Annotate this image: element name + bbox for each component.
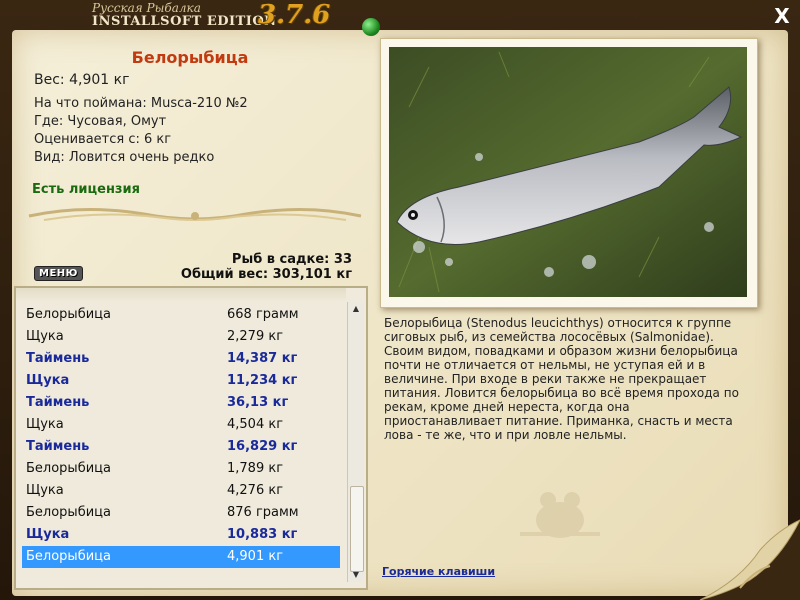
- catch-name: Щука: [26, 417, 64, 432]
- close-icon[interactable]: X: [770, 4, 794, 28]
- catch-name: Белорыбица: [26, 461, 111, 476]
- brand-line2: INSTALLSOFT EDITION: [92, 14, 277, 29]
- list-scrollbar[interactable]: ▲ ▼: [347, 302, 364, 582]
- catch-weight: 876 грамм: [227, 505, 299, 520]
- catch-row[interactable]: Таймень 14,387 кг: [22, 348, 340, 370]
- cage-total-weight: Общий вес: 303,101 кг: [180, 267, 352, 282]
- catch-weight: 11,234 кг: [227, 373, 298, 388]
- hotkeys-link[interactable]: Горячие клавиши: [382, 565, 495, 578]
- list-header-strip: [16, 288, 346, 302]
- catch-weight: 14,387 кг: [227, 351, 298, 366]
- catch-name: Щука: [26, 373, 70, 388]
- catch-weight: 4,901 кг: [227, 549, 284, 564]
- brand-line1: Русская Рыбалка: [92, 1, 201, 15]
- catch-weight: 4,276 кг: [227, 483, 284, 498]
- fish-photo: [389, 47, 747, 297]
- catch-weight: 10,883 кг: [227, 527, 298, 542]
- catch-name: Щука: [26, 483, 64, 498]
- catch-row[interactable]: Таймень 36,13 кг: [22, 392, 340, 414]
- fish-valued: Оценивается с: 6 кг: [34, 132, 172, 147]
- license-status: Есть лицензия: [32, 182, 140, 197]
- fish-bait: На что поймана: Musca-210 №2: [34, 96, 248, 111]
- fish-title: Белорыбица: [131, 48, 249, 67]
- catch-row[interactable]: Таймень 16,829 кг: [22, 436, 340, 458]
- catch-name: Белорыбица: [26, 307, 111, 322]
- fish-weight: Вес: 4,901 кг: [34, 72, 130, 88]
- catch-weight: 668 грамм: [227, 307, 299, 322]
- catch-row[interactable]: Белорыбица 668 грамм: [22, 304, 340, 326]
- catch-row[interactable]: Щука 10,883 кг: [22, 524, 340, 546]
- catch-name: Таймень: [26, 395, 90, 410]
- fish-kind: Вид: Ловится очень редко: [34, 150, 215, 165]
- cage-count: Рыб в садке: 33: [231, 252, 352, 267]
- scroll-thumb[interactable]: [350, 486, 364, 572]
- catch-name: Белорыбица: [26, 505, 111, 520]
- scroll-down-icon[interactable]: ▼: [348, 568, 364, 582]
- catch-name: Таймень: [26, 351, 90, 366]
- scroll-up-icon[interactable]: ▲: [348, 302, 364, 316]
- catch-name: Белорыбица: [26, 549, 111, 564]
- catch-name: Щука: [26, 527, 70, 542]
- catch-name: Щука: [26, 329, 64, 344]
- pin-icon: [362, 18, 380, 36]
- photo-frame: [380, 38, 758, 308]
- catch-weight: 36,13 кг: [227, 395, 289, 410]
- catch-weight: 4,504 кг: [227, 417, 284, 432]
- catch-list-panel: Белорыбица 668 грамм Щука 2,279 кг Таймень 14…: [14, 286, 368, 590]
- catch-list: Белорыбица 668 грамм Щука 2,279 кг Таймень 14…: [22, 304, 340, 568]
- catch-row[interactable]: Белорыбица 4,901 кг: [22, 546, 340, 568]
- catch-name: Таймень: [26, 439, 90, 454]
- catch-weight: 1,789 кг: [227, 461, 284, 476]
- catch-row[interactable]: Белорыбица 1,789 кг: [22, 458, 340, 480]
- cage-stats: Рыб в садке: 33 Общий вес: 303,101 кг: [181, 252, 352, 282]
- bear-watermark-icon: [520, 492, 600, 538]
- catch-row[interactable]: Щука 4,504 кг: [22, 414, 340, 436]
- catch-row[interactable]: Щука 11,234 кг: [22, 370, 340, 392]
- fish-description: Белорыбица (Stenodus leucichthys) относи…: [384, 316, 739, 442]
- catch-weight: 16,829 кг: [227, 439, 298, 454]
- brand-logo: Русская Рыбалка INSTALLSOFT EDITION 3.7.…: [92, 1, 330, 29]
- page-curl: [699, 519, 800, 600]
- ornament-divider: [28, 207, 362, 221]
- catch-weight: 2,279 кг: [227, 329, 284, 344]
- catch-row[interactable]: Щука 2,279 кг: [22, 326, 340, 348]
- catch-row[interactable]: Белорыбица 876 грамм: [22, 502, 340, 524]
- version-label: 3.7.6: [258, 0, 331, 30]
- fish-place: Где: Чусовая, Омут: [34, 114, 167, 129]
- menu-button[interactable]: МЕНЮ: [34, 266, 83, 281]
- catch-row[interactable]: Щука 4,276 кг: [22, 480, 340, 502]
